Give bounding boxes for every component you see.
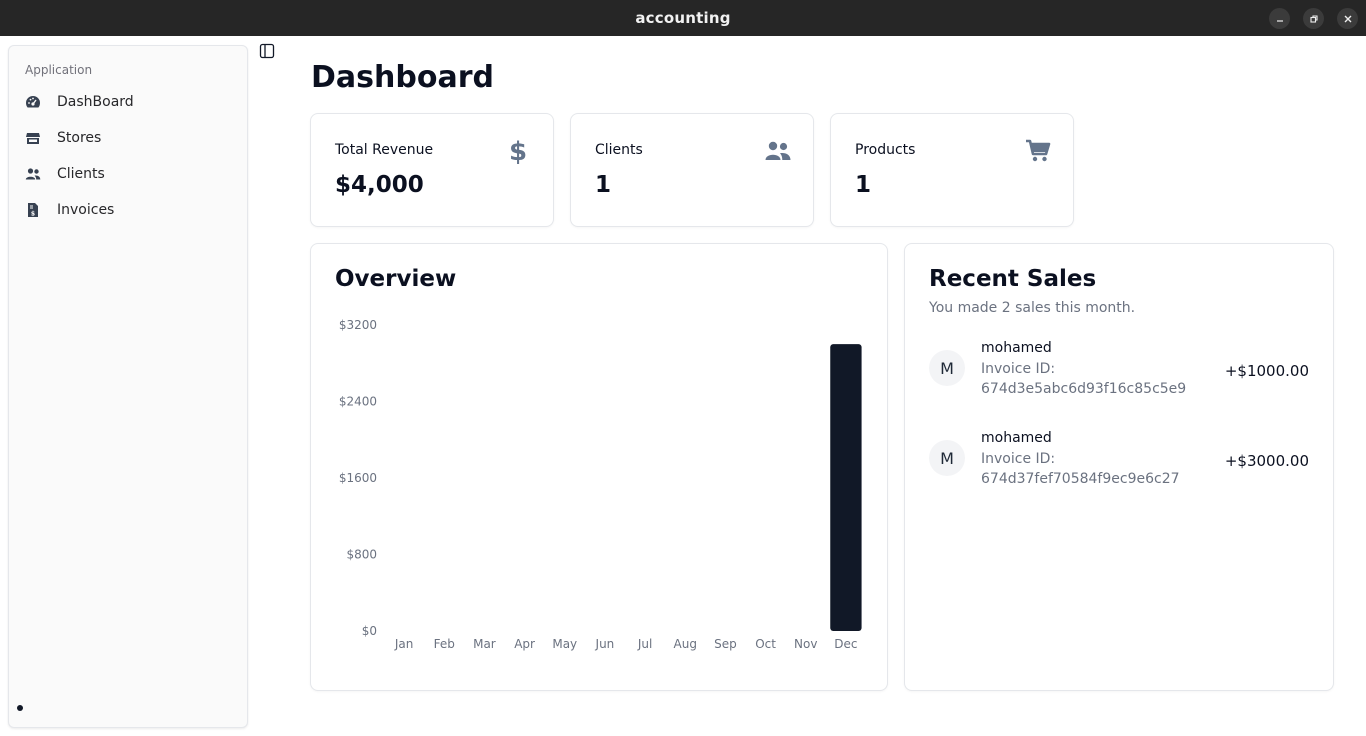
- sale-amount: +$3000.00: [1224, 452, 1309, 470]
- sidebar-item-clients[interactable]: Clients: [17, 158, 239, 190]
- stat-value: 1: [595, 172, 612, 198]
- window-titlebar: accounting: [0, 0, 1366, 36]
- users-icon: [25, 166, 41, 182]
- y-tick-label: $800: [346, 548, 377, 562]
- stat-label: Products: [855, 142, 916, 158]
- gauge-icon: [25, 94, 41, 110]
- x-tick-label: Jan: [394, 637, 414, 651]
- y-tick-label: $1600: [339, 471, 377, 485]
- minimize-button[interactable]: [1269, 8, 1290, 29]
- users-icon: [765, 138, 791, 164]
- x-tick-label: Apr: [514, 637, 535, 651]
- sidebar-item-label: Clients: [57, 166, 105, 182]
- y-tick-label: $0: [362, 624, 377, 638]
- recent-sales-panel: Recent Sales You made 2 sales this month…: [904, 243, 1334, 691]
- minimize-icon: [1276, 19, 1283, 22]
- stat-card-products: Products 1: [830, 113, 1074, 227]
- svg-text:$: $: [510, 138, 526, 164]
- store-icon: [25, 130, 41, 146]
- sidebar: Application DashBoard Stores Clients $ I…: [8, 45, 248, 728]
- sidebar-item-label: DashBoard: [57, 94, 134, 110]
- stat-label: Clients: [595, 142, 643, 158]
- restore-icon: [1309, 14, 1318, 23]
- x-tick-label: May: [552, 637, 577, 651]
- x-tick-label: Oct: [755, 637, 776, 651]
- page-title: Dashboard: [311, 60, 494, 95]
- sidebar-group-label: Application: [25, 63, 93, 77]
- close-icon: [1344, 15, 1351, 22]
- recent-sales-subtitle: You made 2 sales this month.: [929, 300, 1136, 316]
- sidebar-toggle-button[interactable]: [259, 43, 275, 59]
- sale-amount: +$1000.00: [1224, 362, 1309, 380]
- sale-customer-name: mohamed: [981, 430, 1052, 446]
- sidebar-item-stores[interactable]: Stores: [17, 122, 239, 154]
- window-title: accounting: [635, 9, 731, 27]
- status-dot: [17, 705, 23, 711]
- avatar: M: [929, 350, 965, 386]
- close-button[interactable]: [1337, 8, 1358, 29]
- sale-invoice-label: Invoice ID:: [981, 361, 1056, 377]
- stat-label: Total Revenue: [335, 142, 434, 158]
- x-tick-label: Aug: [674, 637, 697, 651]
- invoice-icon: $: [25, 202, 41, 218]
- overview-bar-chart: $0 $800 $1600 $2400 $3200 Jan Feb Mar Apr May Jun J…: [339, 318, 862, 651]
- x-tick-label: Nov: [794, 637, 817, 651]
- sidebar-item-dashboard[interactable]: DashBoard: [17, 86, 239, 118]
- x-tick-label: Dec: [834, 637, 857, 651]
- x-tick-label: Jun: [595, 637, 615, 651]
- stat-value: $4,000: [335, 172, 424, 198]
- overview-panel: Overview $0 $800 $1600 $2400 $3200 Jan Feb Mar A…: [310, 243, 888, 691]
- y-tick-label: $3200: [339, 318, 377, 332]
- dollar-icon: $: [505, 138, 531, 164]
- x-tick-label: Mar: [473, 637, 496, 651]
- stat-value: 1: [855, 172, 872, 198]
- x-tick-label: Sep: [714, 637, 737, 651]
- cart-icon: [1025, 138, 1051, 164]
- stat-card-total-revenue: Total Revenue $4,000 $: [310, 113, 554, 227]
- panel-left-icon: [259, 43, 275, 59]
- maximize-button[interactable]: [1303, 8, 1324, 29]
- bar-dec: [830, 344, 862, 631]
- recent-sales-title: Recent Sales: [929, 266, 1097, 292]
- sale-customer-name: mohamed: [981, 340, 1052, 356]
- avatar: M: [929, 440, 965, 476]
- sidebar-item-invoices[interactable]: $ Invoices: [17, 194, 239, 226]
- stat-card-clients: Clients 1: [570, 113, 814, 227]
- y-tick-label: $2400: [339, 395, 377, 409]
- x-tick-label: Jul: [637, 637, 652, 651]
- sale-invoice-id: 674d37fef70584f9ec9e6c27: [981, 471, 1180, 487]
- sidebar-item-label: Stores: [57, 130, 102, 146]
- sale-invoice-id: 674d3e5abc6d93f16c85c5e9: [981, 381, 1187, 397]
- x-tick-label: Feb: [434, 637, 455, 651]
- sale-item: M mohamed Invoice ID: 674d3e5abc6d93f16c…: [929, 340, 1309, 400]
- sidebar-item-label: Invoices: [57, 202, 115, 218]
- sale-invoice-label: Invoice ID:: [981, 451, 1056, 467]
- svg-text:$: $: [31, 211, 35, 218]
- sale-item: M mohamed Invoice ID: 674d37fef70584f9ec…: [929, 430, 1309, 490]
